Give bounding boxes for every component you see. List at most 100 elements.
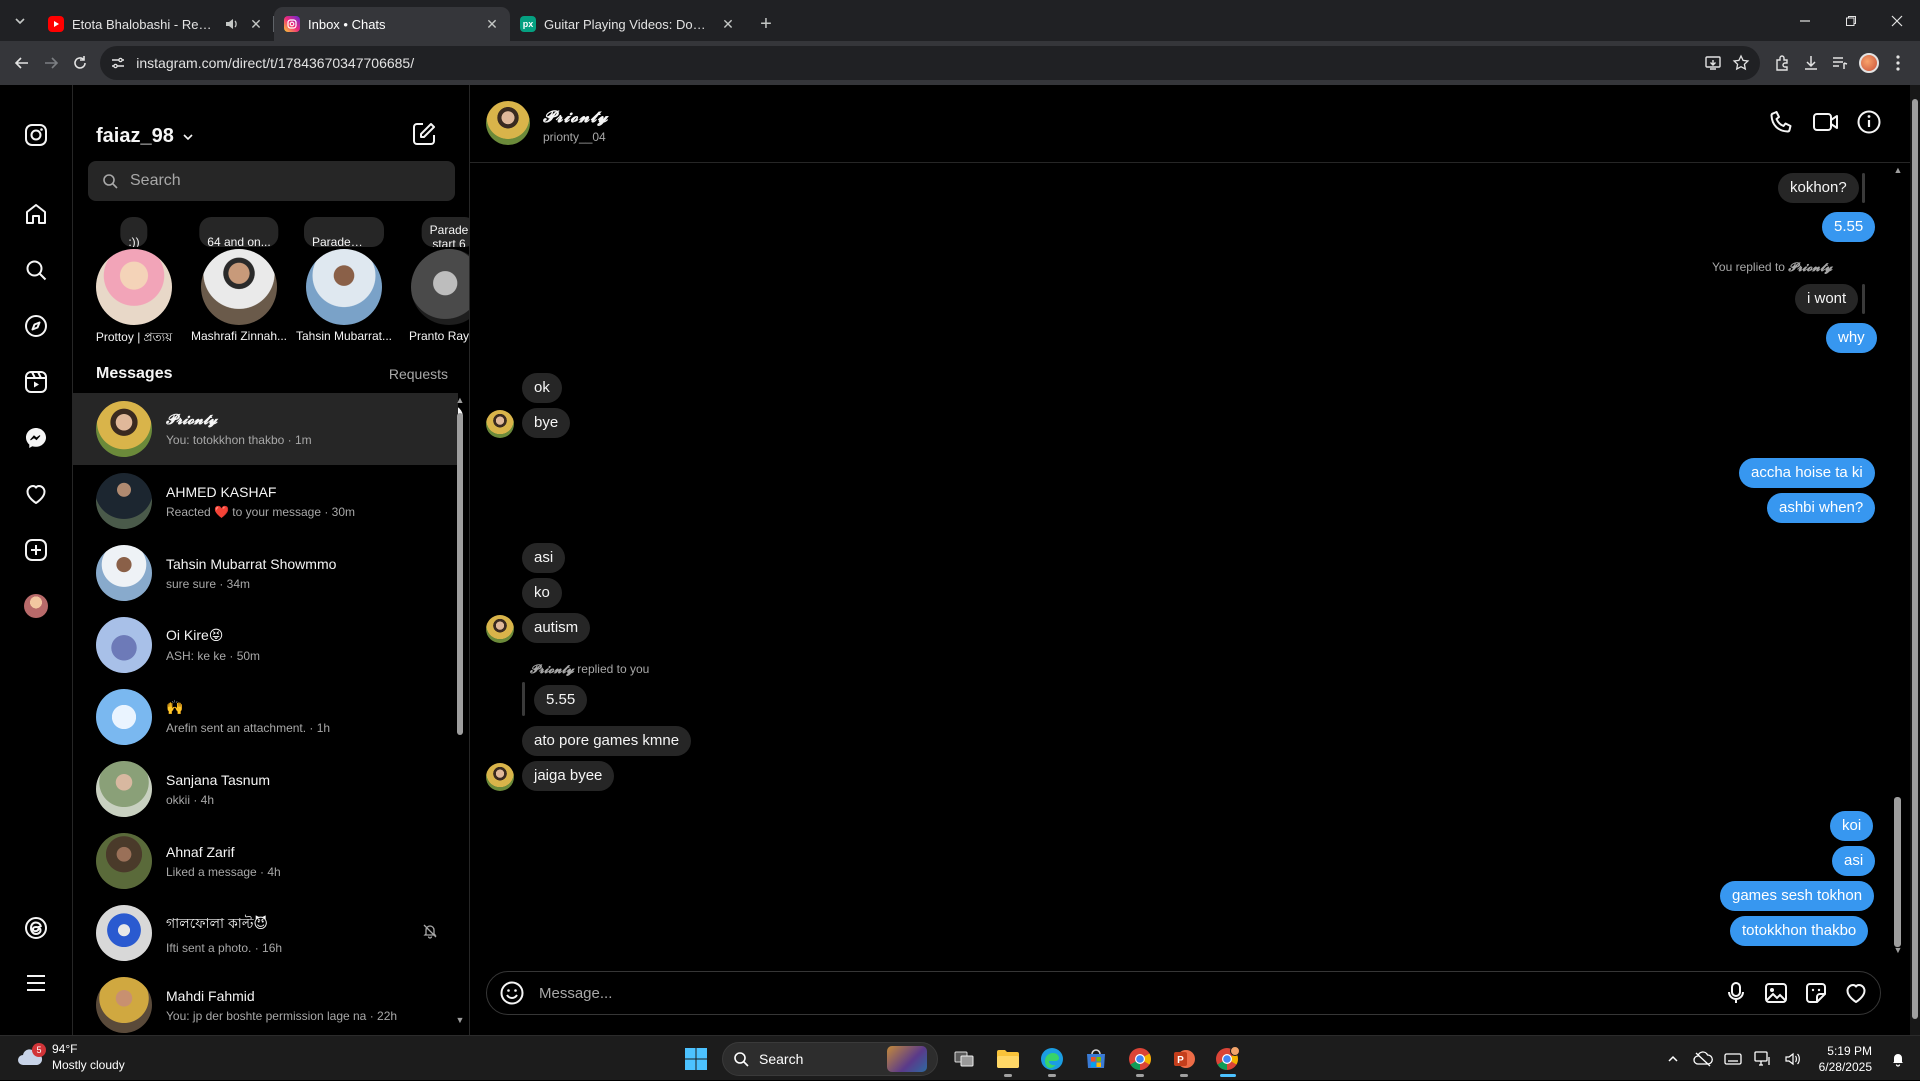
message-bubble-incoming[interactable]: asi [522,543,566,573]
explore-compass-icon[interactable] [22,312,50,340]
weather-widget[interactable]: 5 94°F Mostly cloudy [16,1041,125,1073]
message-bubble-quoted[interactable]: i wont [1795,284,1859,314]
message-bubble-incoming[interactable]: ato pore games kmne [522,726,692,756]
audio-call-button[interactable] [1768,109,1796,137]
chat-scrollbar[interactable]: ▲ ▼ [1892,165,1904,955]
profile-nav-button[interactable] [22,592,50,620]
thread-item[interactable]: AHMED KASHAF Reacted ❤️ to your message … [73,465,458,537]
forward-button[interactable] [37,46,66,80]
message-bubble-outgoing[interactable]: asi [1832,846,1876,876]
message-bubble-incoming[interactable]: ko [522,578,562,608]
windows-start-button[interactable] [678,1041,714,1077]
scroll-down-arrow-icon[interactable]: ▼ [455,1015,465,1025]
add-photo-icon[interactable] [1764,981,1788,1005]
video-call-button[interactable] [1812,109,1840,137]
address-bar[interactable]: instagram.com/direct/t/17843670347706685… [100,46,1761,80]
close-window-icon[interactable] [1874,0,1920,41]
message-bubble-quoted[interactable]: kokhon? [1778,173,1859,203]
tab-youtube[interactable]: Etota Bhalobashi - Recall || C ✕ [38,7,274,41]
system-clock[interactable]: 5:19 PM 6/28/2025 [1819,1043,1872,1075]
scroll-up-arrow-icon[interactable]: ▲ [455,395,465,405]
bookmark-star-icon[interactable] [1732,54,1750,72]
install-app-icon[interactable] [1704,54,1722,72]
message-bubble-outgoing[interactable]: accha hoise ta ki [1739,458,1875,488]
thread-item[interactable]: Mahdi Fahmid You: jp der boshte permissi… [73,969,458,1035]
thread-item[interactable]: 🙌 Arefin sent an attachment. · 1h [73,681,458,753]
thread-item[interactable]: গালফোলা কাল্ট😈 Ifti sent a photo. · 16h [73,897,458,969]
media-controls-button[interactable] [1826,46,1855,80]
back-button[interactable] [8,46,37,80]
inbox-search-input[interactable]: Search [88,161,455,201]
avatar[interactable] [486,763,514,791]
keyboard-icon[interactable] [1723,1049,1743,1069]
downloads-button[interactable] [1797,46,1826,80]
powerpoint-icon[interactable]: P [1166,1041,1202,1077]
scrollbar-thumb[interactable] [1894,797,1901,947]
close-tab-icon[interactable]: ✕ [720,16,736,32]
thread-item[interactable]: Ahnaf Zarif Liked a message · 4h [73,825,458,897]
volume-icon[interactable] [1783,1049,1803,1069]
restore-icon[interactable] [1828,0,1874,41]
thread-item[interactable]: Sanjana Tasnum okkii · 4h [73,753,458,825]
site-info-icon[interactable] [110,55,126,71]
tab-pexels[interactable]: px Guitar Playing Videos: Downlo ✕ [510,7,746,41]
scrollbar-thumb[interactable] [457,413,463,735]
reels-icon[interactable] [22,368,50,396]
close-tab-icon[interactable]: ✕ [484,16,500,32]
scrollbar-thumb[interactable] [1912,99,1918,1019]
voice-message-icon[interactable] [1724,981,1748,1005]
more-menu-icon[interactable] [22,969,50,997]
edge-browser-icon[interactable] [1034,1041,1070,1077]
page-scrollbar[interactable] [1910,85,1920,1035]
avatar[interactable] [486,101,530,145]
message-bubble-outgoing[interactable]: games sesh tokhon [1720,881,1875,911]
chrome-icon[interactable] [1122,1041,1158,1077]
thread-item[interactable]: Oi Kire😝 ASH: ke ke · 50m [73,609,458,681]
message-bubble-outgoing[interactable]: ashbi when? [1767,493,1876,523]
thread-item[interactable]: 𝓟𝓻𝓲𝓸𝓷𝓽𝔂 You: totokkhon thakbo · 1m [73,393,458,465]
tab-instagram[interactable]: Inbox • Chats ✕ [274,7,510,41]
like-heart-icon[interactable] [1844,981,1868,1005]
message-input[interactable]: Message... [539,985,1724,1002]
message-bubble-incoming[interactable]: autism [522,613,591,643]
minimize-icon[interactable] [1782,0,1828,41]
emoji-icon[interactable] [499,980,525,1006]
microsoft-store-icon[interactable] [1078,1041,1114,1077]
new-message-button[interactable] [411,121,439,149]
avatar[interactable] [486,410,514,438]
tab-search-button[interactable] [6,7,34,35]
onedrive-offline-icon[interactable] [1692,1049,1713,1069]
task-view-icon[interactable] [946,1041,982,1077]
inbox-scrollbar[interactable]: ▲ ▼ [455,395,465,1025]
close-tab-icon[interactable]: ✕ [248,16,264,32]
scroll-down-arrow-icon[interactable]: ▼ [1892,945,1904,955]
message-composer[interactable]: Message... [486,971,1881,1015]
search-icon[interactable] [22,256,50,284]
message-bubble-outgoing[interactable]: koi [1830,811,1874,841]
notification-bell-icon[interactable] [1888,1049,1908,1069]
chat-contact-name[interactable]: 𝓟𝓻𝓲𝓸𝓷𝓽𝔂 [543,107,609,127]
message-bubble-outgoing[interactable]: 5.55 [1822,212,1876,242]
message-bubble-outgoing[interactable]: totokkhon thakbo [1730,916,1869,946]
home-icon[interactable] [22,200,50,228]
threads-icon[interactable] [22,914,50,942]
chrome-profile-icon[interactable] [1210,1041,1246,1077]
message-bubble-incoming[interactable]: jaiga byee [522,761,615,791]
conversation-info-button[interactable] [1856,109,1884,137]
account-switcher[interactable]: faiaz_98 [96,125,194,148]
create-plus-icon[interactable] [22,536,50,564]
message-bubble-incoming[interactable]: ok [522,373,562,403]
message-bubble-incoming[interactable]: bye [522,408,571,438]
message-bubble-quoted[interactable]: 5.55 [534,685,588,715]
speaker-icon[interactable] [224,16,240,32]
extensions-button[interactable] [1768,46,1797,80]
show-hidden-icons-chevron-up-icon[interactable] [1663,1049,1683,1069]
file-explorer-icon[interactable] [990,1041,1026,1077]
new-tab-button[interactable]: + [752,10,780,38]
thread-item[interactable]: Tahsin Mubarrat Showmmo sure sure · 34m [73,537,458,609]
instagram-logo-icon[interactable] [22,121,50,149]
network-icon[interactable] [1753,1049,1773,1069]
requests-link[interactable]: Requests [389,366,448,382]
notifications-heart-icon[interactable] [22,480,50,508]
taskbar-search[interactable]: Search [722,1042,938,1076]
